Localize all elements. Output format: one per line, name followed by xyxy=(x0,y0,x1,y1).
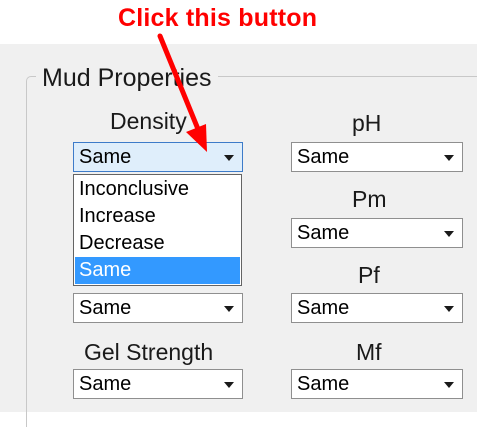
density-label: Density xyxy=(110,108,187,134)
chevron-down-icon xyxy=(224,382,234,388)
pf-label: Pf xyxy=(358,262,380,288)
left-row3-value: Same xyxy=(79,297,132,319)
chevron-down-icon xyxy=(444,382,454,388)
pf-value: Same xyxy=(297,297,350,319)
dropdown-option-increase[interactable]: Increase xyxy=(75,203,240,230)
gel-strength-combo[interactable]: Same xyxy=(73,369,243,399)
gel-strength-value: Same xyxy=(79,373,132,395)
density-dropdown-list: Inconclusive Increase Decrease Same xyxy=(73,174,242,286)
chevron-down-icon xyxy=(224,155,234,161)
chevron-down-icon xyxy=(444,155,454,161)
mf-value: Same xyxy=(297,373,350,395)
callout-text: Click this button xyxy=(118,4,318,32)
chevron-down-icon xyxy=(444,306,454,312)
ph-label: pH xyxy=(352,110,382,136)
dropdown-option-same[interactable]: Same xyxy=(75,257,240,284)
mf-combo[interactable]: Same xyxy=(291,369,463,399)
chevron-down-icon xyxy=(444,231,454,237)
pf-combo[interactable]: Same xyxy=(291,293,463,323)
pm-value: Same xyxy=(297,222,350,244)
pm-label: Pm xyxy=(352,186,387,212)
dropdown-option-decrease[interactable]: Decrease xyxy=(75,230,240,257)
chevron-down-icon xyxy=(224,306,234,312)
ph-value: Same xyxy=(297,146,350,168)
group-title: Mud Properties xyxy=(36,64,218,93)
mf-label: Mf xyxy=(356,339,382,365)
gel-strength-label: Gel Strength xyxy=(84,339,214,365)
density-value: Same xyxy=(79,146,132,168)
ph-combo[interactable]: Same xyxy=(291,142,463,172)
density-combo[interactable]: Same xyxy=(73,142,243,172)
pm-combo[interactable]: Same xyxy=(291,218,463,248)
dropdown-option-inconclusive[interactable]: Inconclusive xyxy=(75,176,240,203)
left-row3-combo[interactable]: Same xyxy=(73,293,243,323)
